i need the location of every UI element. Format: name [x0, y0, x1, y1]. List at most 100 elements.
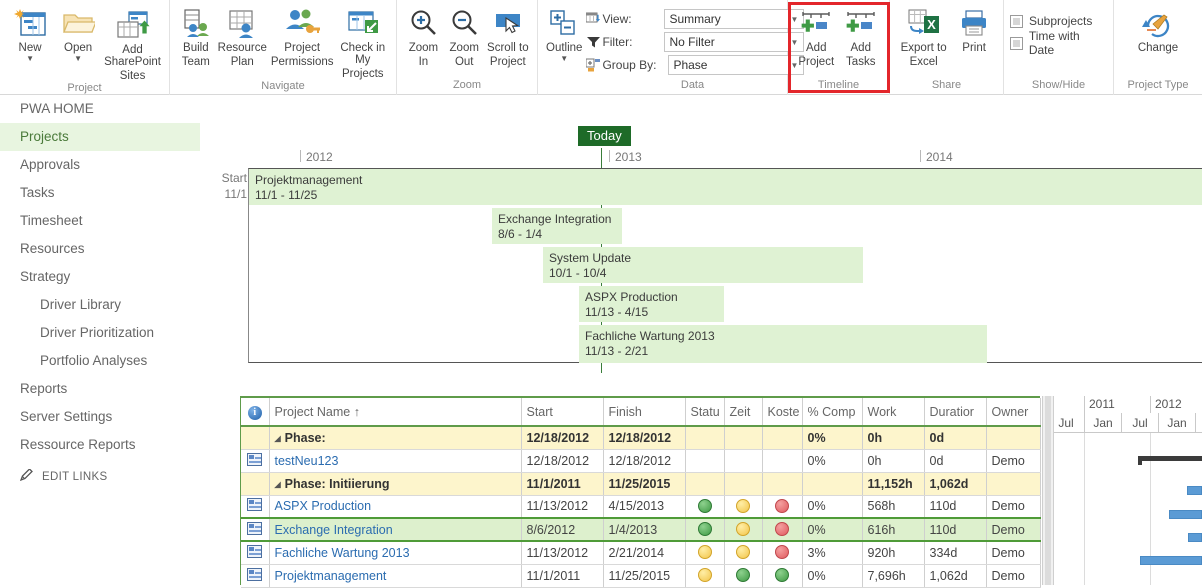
table-row[interactable]: ◢ Phase: Initiierung 11/1/2011 11/25/2015… — [241, 472, 1041, 496]
splitter-thumb[interactable] — [1045, 396, 1051, 585]
add-sharepoint-sites-button[interactable]: Add SharePoint Sites — [102, 6, 163, 82]
project-link[interactable]: ASPX Production — [275, 499, 372, 513]
timeline-bars-area: Projektmanagement 11/1 - 11/25 Exchange … — [248, 168, 1202, 363]
sidebar-item-projects[interactable]: Projects — [0, 123, 200, 151]
timeline-bar-projektmanagement[interactable]: Projektmanagement 11/1 - 11/25 — [249, 169, 1202, 205]
project-link[interactable]: Exchange Integration — [275, 523, 393, 537]
time-with-date-checkbox[interactable] — [1010, 36, 1023, 50]
column-header-status[interactable]: Statu — [685, 398, 725, 427]
project-link[interactable]: Projektmanagement — [275, 569, 387, 583]
row-icon-cell — [241, 449, 270, 473]
scroll-to-project-button[interactable]: Scroll to Project — [485, 4, 531, 68]
row-name-cell[interactable]: Projektmanagement — [269, 564, 522, 588]
row-name-cell[interactable]: ◢ Phase: Initiierung — [269, 472, 522, 496]
sidebar-item-tasks[interactable]: Tasks — [0, 179, 200, 207]
sidebar-item-strategy[interactable]: Strategy — [0, 263, 200, 291]
gantt-task-bar[interactable] — [1169, 510, 1202, 519]
timeline-bar-name: ASPX Production — [585, 290, 678, 304]
column-header-work[interactable]: Work — [862, 398, 925, 427]
view-select[interactable]: Summary ▼ — [664, 9, 805, 29]
table-row[interactable]: ASPX Production 11/13/2012 4/15/2013 0% … — [241, 495, 1041, 519]
export-to-excel-label-1: Export to — [900, 42, 947, 54]
column-header-percent-complete[interactable]: % Comp — [802, 398, 863, 427]
group-by-select[interactable]: Phase ▼ — [668, 55, 805, 75]
column-header-duration[interactable]: Duratior — [924, 398, 987, 427]
row-name-cell[interactable]: ASPX Production — [269, 495, 522, 519]
group-by-label: Group By: — [602, 58, 657, 72]
gantt-task-bar[interactable] — [1140, 556, 1202, 565]
open-dropdown-caret[interactable]: ▼ — [74, 55, 82, 63]
collapse-triangle-icon[interactable]: ◢ — [275, 434, 281, 443]
gantt-month-label: Jul — [1054, 413, 1084, 433]
row-duration-cell: 0d — [924, 426, 987, 450]
gantt-task-bar[interactable] — [1188, 533, 1202, 542]
sidebar-item-timesheet[interactable]: Timesheet — [0, 207, 200, 235]
column-header-owner[interactable]: Owner — [986, 398, 1041, 427]
zoom-in-button[interactable]: Zoom In — [403, 4, 444, 68]
sidebar-item-pwa-home[interactable]: PWA HOME — [0, 95, 200, 123]
sidebar-item-server-settings[interactable]: Server Settings — [0, 403, 200, 431]
table-row[interactable]: Fachliche Wartung 2013 11/13/2012 2/21/2… — [241, 541, 1041, 565]
check-in-my-projects-button[interactable]: Check in My Projects — [336, 4, 391, 80]
project-link[interactable]: Fachliche Wartung 2013 — [275, 546, 410, 560]
row-name-cell[interactable]: testNeu123 — [269, 449, 522, 473]
column-header-info[interactable]: i — [241, 398, 270, 427]
table-row[interactable]: ◢ Phase: 12/18/2012 12/18/2012 0% 0h 0d — [241, 426, 1041, 450]
timeline-bar-aspx-production[interactable]: ASPX Production 11/13 - 4/15 — [579, 286, 724, 322]
sidebar-item-resources[interactable]: Resources — [0, 235, 200, 263]
outline-dropdown-caret[interactable]: ▼ — [560, 55, 568, 63]
timeline-bar-name: Exchange Integration — [498, 212, 612, 226]
open-button[interactable]: Open ▼ — [54, 4, 102, 63]
change-project-type-label: Change — [1137, 42, 1179, 54]
row-zeit-cell — [724, 426, 763, 450]
edit-links-button[interactable]: EDIT LINKS — [0, 459, 200, 484]
sidebar-item-driver-prioritization[interactable]: Driver Prioritization — [0, 319, 200, 347]
timeline-bar-fachliche-wartung-2013[interactable]: Fachliche Wartung 2013 11/13 - 2/21 — [579, 325, 987, 363]
column-header-kosten[interactable]: Koste — [762, 398, 803, 427]
sidebar-item-ressource-reports[interactable]: Ressource Reports — [0, 431, 200, 459]
filter-select[interactable]: No Filter ▼ — [664, 32, 805, 52]
change-project-type-button[interactable]: Change — [1129, 4, 1187, 54]
outline-button[interactable]: Outline ▼ — [544, 4, 584, 63]
project-permissions-button[interactable]: Project Permissions — [269, 4, 336, 68]
subprojects-checkbox[interactable] — [1010, 14, 1023, 28]
add-tasks-button[interactable]: Add Tasks — [839, 4, 884, 68]
grid-gantt-splitter[interactable] — [1042, 396, 1054, 585]
new-button[interactable]: New ▼ — [6, 4, 54, 63]
new-dropdown-caret[interactable]: ▼ — [26, 55, 34, 63]
add-project-button[interactable]: Add Project — [794, 4, 839, 68]
row-kosten-cell — [762, 564, 803, 588]
column-header-start[interactable]: Start — [521, 398, 604, 427]
row-finish-cell: 11/25/2015 — [603, 472, 686, 496]
timeline-bar-exchange-integration[interactable]: Exchange Integration 8/6 - 1/4 — [492, 208, 622, 244]
project-link[interactable]: testNeu123 — [275, 454, 339, 468]
sidebar-item-portfolio-analyses[interactable]: Portfolio Analyses — [0, 347, 200, 375]
row-work-cell: 0h — [862, 426, 925, 450]
row-name-cell[interactable]: Fachliche Wartung 2013 — [269, 541, 522, 565]
resource-plan-button[interactable]: Resource Plan — [216, 4, 269, 68]
sidebar-item-approvals[interactable]: Approvals — [0, 151, 200, 179]
collapse-triangle-icon[interactable]: ◢ — [275, 480, 281, 489]
project-icon — [247, 521, 263, 535]
ribbon-group-label-timeline: Timeline — [817, 79, 860, 91]
sidebar-item-driver-library[interactable]: Driver Library — [0, 291, 200, 319]
sidebar-item-reports[interactable]: Reports — [0, 375, 200, 403]
row-name-cell[interactable]: Exchange Integration — [269, 517, 522, 542]
build-team-button[interactable]: Build Team — [176, 4, 216, 68]
table-row[interactable]: testNeu123 12/18/2012 12/18/2012 0% 0h 0… — [241, 449, 1041, 473]
gantt-summary-bar[interactable] — [1138, 456, 1202, 465]
column-header-project-name[interactable]: Project Name ↑ — [269, 398, 522, 427]
export-to-excel-button[interactable]: X Export to Excel — [896, 4, 951, 68]
today-marker-badge: Today — [578, 126, 631, 146]
column-header-zeit[interactable]: Zeit — [724, 398, 763, 427]
print-button[interactable]: Print — [951, 4, 997, 54]
time-with-date-checkbox-row[interactable]: Time with Date — [1010, 29, 1107, 57]
row-name-cell[interactable]: ◢ Phase: — [269, 426, 522, 450]
gantt-task-bar[interactable] — [1187, 486, 1202, 495]
timeline-bar-system-update[interactable]: System Update 10/1 - 10/4 — [543, 247, 863, 283]
column-header-finish[interactable]: Finish — [603, 398, 686, 427]
table-row[interactable]: Projektmanagement 11/1/2011 11/25/2015 0… — [241, 564, 1041, 588]
zoom-out-button[interactable]: Zoom Out — [444, 4, 485, 68]
table-row-selected[interactable]: Exchange Integration 8/6/2012 1/4/2013 0… — [241, 517, 1041, 542]
add-project-icon — [800, 6, 832, 40]
